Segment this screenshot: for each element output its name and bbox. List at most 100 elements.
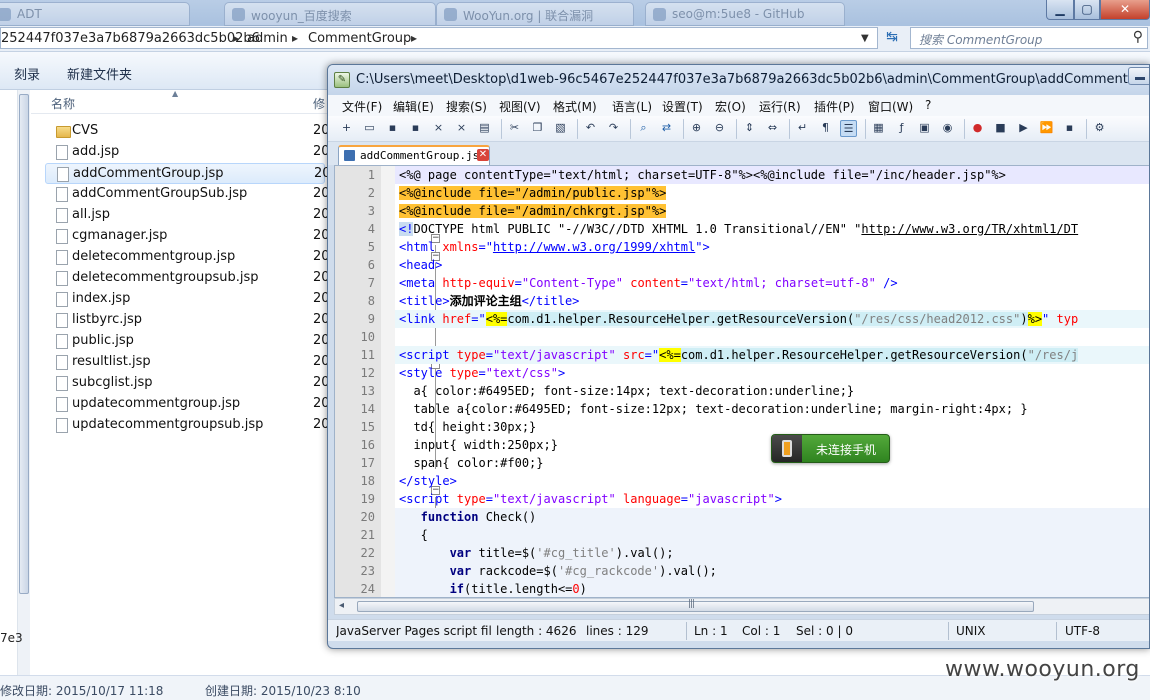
nav-item-truncated[interactable]: 7e3 xyxy=(0,631,23,645)
save-all-icon[interactable]: ▪ xyxy=(407,120,424,137)
indent-guide-icon[interactable]: ☰ xyxy=(840,120,857,137)
file-name: updatecommentgroup.jsp xyxy=(72,396,241,411)
func-list-icon[interactable]: ƒ xyxy=(893,120,910,137)
close-tab-icon[interactable]: ✕ xyxy=(477,149,489,161)
column-header-modified[interactable]: 修 xyxy=(313,95,325,112)
maximize-button[interactable]: ▢ xyxy=(1074,0,1100,20)
file-row[interactable]: updatecommentgroup.jsp 20 xyxy=(45,394,330,415)
menu-item[interactable]: 编辑(E) xyxy=(393,98,434,115)
menu-item[interactable]: ? xyxy=(925,98,931,112)
all-chars-icon[interactable]: ¶ xyxy=(817,120,834,137)
breadcrumb-item[interactable]: admin xyxy=(247,31,288,46)
wrap-icon[interactable]: ↵ xyxy=(794,120,811,137)
scroll-thumb[interactable]: ||| xyxy=(357,599,1034,612)
menu-item[interactable]: 宏(O) xyxy=(715,98,746,115)
file-row[interactable]: updatecommentgroupsub.jsp 20 xyxy=(45,415,330,436)
run-macro-icon[interactable]: ⏩ xyxy=(1038,120,1055,137)
address-dropdown-icon[interactable]: ▼ xyxy=(861,33,869,44)
zoom-out-icon[interactable]: ⊖ xyxy=(711,120,728,137)
breadcrumb-item[interactable]: 252447f037e3a7b6879a2663dc5b02b6 xyxy=(1,31,260,46)
save-macro-icon[interactable]: ▪ xyxy=(1061,120,1078,137)
menu-item[interactable]: 窗口(W) xyxy=(868,98,913,115)
find-icon[interactable]: ⌕ xyxy=(635,120,652,137)
column-header-name[interactable]: 名称 xyxy=(51,95,75,112)
scroll-left-icon[interactable]: ◂ xyxy=(339,600,344,611)
menu-item[interactable]: 语言(L) xyxy=(612,98,652,115)
nav-scrollbar[interactable] xyxy=(17,90,30,675)
redo-icon[interactable]: ↷ xyxy=(605,120,622,137)
file-row[interactable]: listbyrc.jsp 20 xyxy=(45,310,330,331)
menu-item[interactable]: 设置(T) xyxy=(662,98,703,115)
phone-connection-widget[interactable]: 未连接手机 xyxy=(771,434,890,463)
file-row[interactable]: deletecommentgroup.jsp 20 xyxy=(45,247,330,268)
play-macro-icon[interactable]: ▶ xyxy=(1015,120,1032,137)
cut-icon[interactable]: ✂ xyxy=(506,120,523,137)
replace-icon[interactable]: ⇄ xyxy=(658,120,675,137)
horizontal-scrollbar[interactable]: ◂ ||| xyxy=(334,598,1149,615)
file-name: subcglist.jsp xyxy=(72,375,153,390)
file-row[interactable]: cgmanager.jsp 20 xyxy=(45,226,330,247)
file-row[interactable]: public.jsp 20 xyxy=(45,331,330,352)
breadcrumb-item[interactable]: CommentGroup xyxy=(308,31,411,46)
toolbar-separator xyxy=(789,119,790,139)
new-folder-button[interactable]: 新建文件夹 xyxy=(67,64,132,83)
search-icon[interactable]: ⚲ xyxy=(1133,29,1143,45)
zoom-in-icon[interactable]: ⊕ xyxy=(688,120,705,137)
menu-item[interactable]: 文件(F) xyxy=(342,98,382,115)
open-file-icon[interactable]: ▭ xyxy=(361,120,378,137)
status-eol[interactable]: UNIX xyxy=(956,624,986,638)
new-file-icon[interactable]: + xyxy=(338,120,355,137)
file-row[interactable]: deletecommentgroupsub.jsp 20 xyxy=(45,268,330,289)
refresh-icon[interactable]: ↹ xyxy=(881,29,903,49)
plugin-icon[interactable]: ⚙ xyxy=(1091,120,1108,137)
line-number: 3 xyxy=(367,204,375,218)
sync-h-icon[interactable]: ⇔ xyxy=(764,120,781,137)
menu-item[interactable]: 搜索(S) xyxy=(446,98,487,115)
close-button[interactable]: ✕ xyxy=(1100,0,1150,20)
code-editor[interactable]: 1 2 3 4 5 6 7 8 9 10 11 12 13 14 15 16 17 18 19 20 21 22 23 24 … xyxy=(334,165,1149,598)
breadcrumb-arrow-icon[interactable]: ▸ xyxy=(292,31,298,45)
breadcrumb-arrow-icon[interactable]: ▸ xyxy=(411,31,417,45)
menu-item[interactable]: 视图(V) xyxy=(499,98,541,115)
paste-icon[interactable]: ▧ xyxy=(552,120,569,137)
file-icon xyxy=(56,271,68,286)
menu-item[interactable]: 插件(P) xyxy=(814,98,855,115)
copy-icon[interactable]: ❐ xyxy=(529,120,546,137)
file-row[interactable]: index.jsp 20 xyxy=(45,289,330,310)
close-all-icon[interactable]: × xyxy=(453,120,470,137)
background-tab[interactable]: wooyun_百度搜索 xyxy=(224,2,436,26)
minimize-button[interactable]: ▁ xyxy=(1046,0,1074,20)
address-input[interactable]: 252447f037e3a7b6879a2663dc5b02b6 ▸ admin… xyxy=(0,27,878,49)
file-row[interactable]: addCommentGroupSub.jsp 20 xyxy=(45,184,330,205)
status-encoding[interactable]: UTF-8 xyxy=(1065,624,1100,638)
folder-workspace-icon[interactable]: ▣ xyxy=(916,120,933,137)
monitor-icon[interactable]: ◉ xyxy=(939,120,956,137)
save-icon[interactable]: ▪ xyxy=(384,120,401,137)
sync-v-icon[interactable]: ⇕ xyxy=(741,120,758,137)
search-input[interactable]: 搜索 CommentGroup ⚲ xyxy=(910,27,1148,49)
print-icon[interactable]: ▤ xyxy=(476,120,493,137)
nav-scroll-thumb[interactable] xyxy=(19,94,29,594)
file-row[interactable]: CVS 20 xyxy=(45,121,330,142)
tab-addcommentgroup[interactable]: addCommentGroup.jsp ✕ xyxy=(338,145,490,165)
undo-icon[interactable]: ↶ xyxy=(582,120,599,137)
burn-button[interactable]: 刻录 xyxy=(14,64,40,83)
record-macro-icon[interactable]: ● xyxy=(969,120,986,137)
file-row[interactable]: resultlist.jsp 20 xyxy=(45,352,330,373)
background-tab[interactable]: seo@m:5ue8 - GitHub xyxy=(645,2,845,26)
stop-macro-icon[interactable]: ■ xyxy=(992,120,1009,137)
watermark: www.wooyun.org xyxy=(945,657,1140,682)
file-name: addCommentGroup.jsp xyxy=(73,166,224,181)
menu-item[interactable]: 格式(M) xyxy=(553,98,597,115)
file-row[interactable]: addCommentGroup.jsp 20 xyxy=(45,163,331,184)
breadcrumb-arrow-icon[interactable]: ▸ xyxy=(233,31,239,45)
npp-minimize-button[interactable] xyxy=(1128,67,1149,85)
file-row[interactable]: add.jsp 20 xyxy=(45,142,330,163)
background-tab[interactable]: WooYun.org | 联合漏洞 xyxy=(436,2,634,26)
file-row[interactable]: subcglist.jsp 20 xyxy=(45,373,330,394)
background-tab[interactable]: ADT xyxy=(0,2,190,26)
close-icon[interactable]: × xyxy=(430,120,447,137)
file-row[interactable]: all.jsp 20 xyxy=(45,205,330,226)
menu-item[interactable]: 运行(R) xyxy=(759,98,801,115)
doc-map-icon[interactable]: ▦ xyxy=(870,120,887,137)
